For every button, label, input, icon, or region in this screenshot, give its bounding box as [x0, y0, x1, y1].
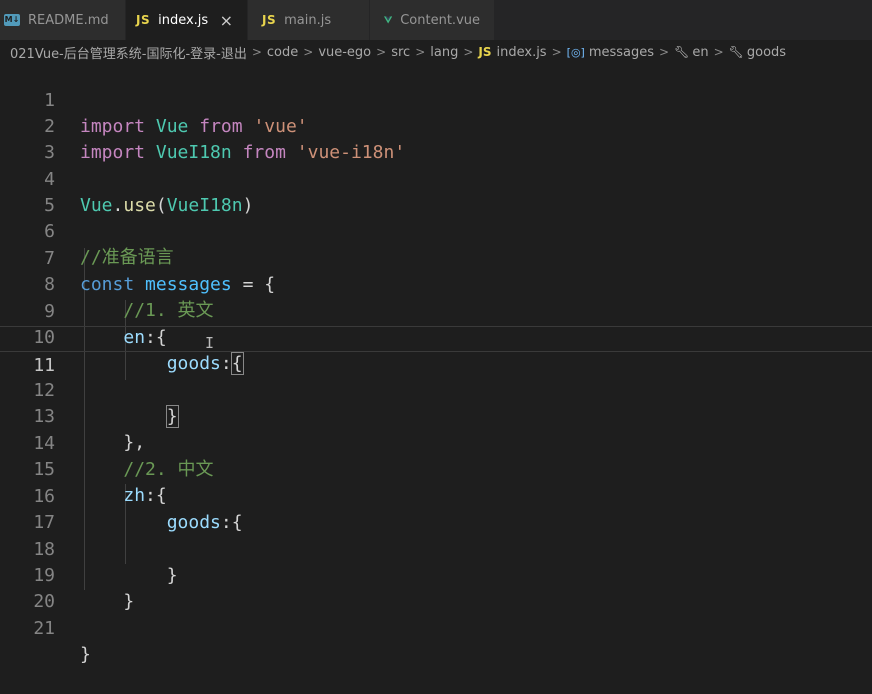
breadcrumb-item-messages[interactable]: messages	[589, 45, 654, 60]
code-line-current[interactable]: 11	[0, 326, 872, 376]
code-line[interactable]: 6 //准备语言	[0, 193, 872, 268]
code-line[interactable]: 19 }	[0, 537, 872, 612]
chevron-right-icon: >	[376, 45, 387, 59]
line-content: }	[80, 644, 91, 665]
breadcrumb-item-vue-ego[interactable]: vue-ego	[318, 45, 371, 60]
line-number: 21	[33, 618, 55, 639]
tab-label: README.md	[28, 12, 109, 28]
js-file-icon: JS	[136, 13, 151, 27]
chevron-right-icon: >	[303, 45, 314, 59]
code-line[interactable]: 1 import Vue from 'vue'	[0, 62, 872, 137]
code-line[interactable]: 16 goods:{	[0, 458, 872, 533]
tab-label: main.js	[284, 12, 332, 28]
code-editor[interactable]: 1 import Vue from 'vue' 2 import VueI18n…	[0, 62, 872, 665]
code-line[interactable]: 4 Vue.use(VueI18n)	[0, 141, 872, 216]
code-line[interactable]: 7 const messages = {	[0, 220, 872, 295]
tab-content-vue[interactable]: Content.vue	[370, 0, 495, 40]
variable-symbol-icon: [◎]	[566, 45, 585, 59]
tab-index-js[interactable]: JS index.js ×	[126, 0, 248, 40]
code-line[interactable]: 18 }	[0, 511, 872, 586]
tab-label: Content.vue	[400, 12, 480, 28]
chevron-right-icon: >	[463, 45, 474, 59]
chevron-right-icon: >	[713, 45, 724, 59]
code-line[interactable]: 10 goods:{	[0, 299, 872, 375]
breadcrumb-item-en[interactable]: en	[692, 45, 708, 60]
code-line[interactable]: 13 },	[0, 378, 872, 453]
breadcrumb-item-goods[interactable]: goods	[747, 45, 786, 60]
code-line[interactable]: 20	[0, 563, 872, 612]
text-cursor-icon: I	[205, 334, 215, 352]
close-icon[interactable]: ×	[220, 11, 233, 30]
js-file-icon: JS	[478, 45, 492, 59]
vue-file-icon	[384, 16, 393, 24]
wrench-icon: 🔧︎	[728, 45, 744, 59]
code-line[interactable]: 8 //1. 英文	[0, 246, 872, 321]
breadcrumb: 021Vue-后台管理系统-国际化-登录-退出 > code > vue-ego…	[0, 40, 872, 64]
code-line[interactable]: 2 import VueI18n from 'vue-i18n'	[0, 88, 872, 163]
code-line[interactable]: 21 }	[0, 590, 872, 665]
code-line[interactable]: 9 en:{	[0, 273, 872, 348]
breadcrumb-item-lang[interactable]: lang	[430, 45, 458, 60]
code-line[interactable]: 12 }	[0, 352, 872, 428]
js-file-icon: JS	[262, 13, 277, 27]
wrench-icon: 🔧︎	[674, 45, 690, 59]
code-line[interactable]: 17	[0, 484, 872, 533]
code-line[interactable]: 14 //2. 中文	[0, 405, 872, 480]
markdown-icon: M↓	[4, 14, 20, 26]
chevron-right-icon: >	[251, 45, 262, 59]
tab-label: index.js	[158, 12, 209, 28]
chevron-right-icon: >	[659, 45, 670, 59]
breadcrumb-item-src[interactable]: src	[391, 45, 410, 60]
code-line[interactable]: 5	[0, 167, 872, 216]
chevron-right-icon: >	[551, 45, 562, 59]
breadcrumb-item-project[interactable]: 021Vue-后台管理系统-国际化-登录-退出	[10, 43, 247, 62]
chevron-right-icon: >	[415, 45, 426, 59]
tab-readme[interactable]: M↓ README.md	[0, 0, 126, 40]
code-line[interactable]: 15 zh:{	[0, 431, 872, 506]
code-line[interactable]: 3	[0, 114, 872, 163]
breadcrumb-item-file[interactable]: index.js	[497, 45, 547, 60]
breadcrumb-item-code[interactable]: code	[267, 45, 298, 60]
tab-main-js[interactable]: JS main.js	[248, 0, 370, 40]
editor-tab-bar: M↓ README.md JS index.js × JS main.js Co…	[0, 0, 872, 40]
